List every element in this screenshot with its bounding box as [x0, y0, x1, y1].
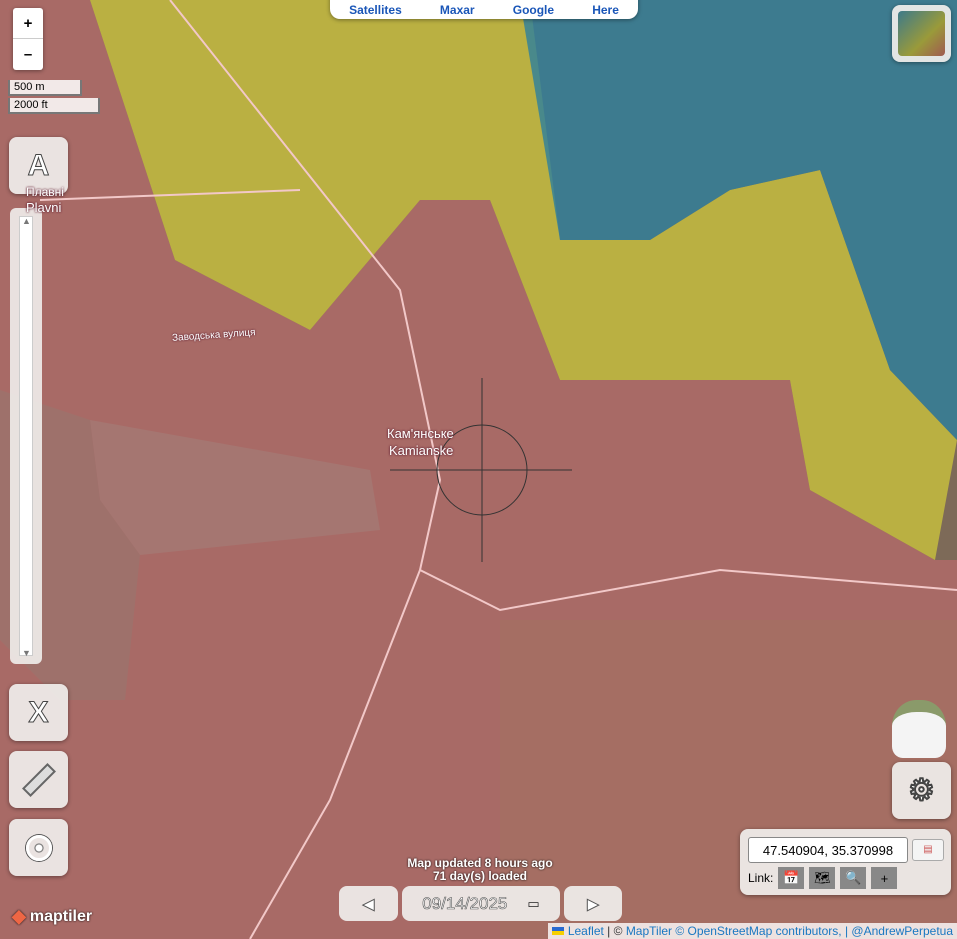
- osm-link[interactable]: © OpenStreetMap contributors, |: [672, 924, 851, 938]
- crosshair-link-icon[interactable]: +: [871, 867, 898, 889]
- gear-icon: ⚙: [908, 774, 936, 808]
- source-maxar[interactable]: Maxar: [440, 3, 475, 17]
- target-icon: [25, 834, 52, 861]
- label-plavni-uk: Плавні: [26, 185, 64, 199]
- close-button[interactable]: X: [9, 684, 68, 741]
- author-link[interactable]: @AndrewPerpetua: [851, 924, 953, 938]
- slider-track[interactable]: [19, 216, 33, 656]
- clipboard-icon: ▤: [923, 844, 933, 855]
- zoom-control: + –: [13, 8, 43, 70]
- slider-up-arrow-icon[interactable]: ▲: [22, 216, 31, 226]
- mascot-icon: [892, 700, 946, 758]
- scale-metric: 500 m: [8, 80, 82, 96]
- search-link-icon[interactable]: 🔍: [840, 867, 867, 889]
- ruler-button[interactable]: [9, 751, 68, 808]
- source-google[interactable]: Google: [513, 3, 554, 17]
- status-text: Map updated 8 hours ago 71 day(s) loaded: [380, 857, 580, 883]
- locate-button[interactable]: [9, 819, 68, 876]
- status-loaded: 71 day(s) loaded: [432, 869, 528, 883]
- attribution: Leaflet | © MapTiler © OpenStreetMap con…: [548, 923, 957, 939]
- layers-button[interactable]: [892, 5, 951, 62]
- next-day-button[interactable]: ▶: [564, 886, 622, 921]
- map-canvas[interactable]: [0, 0, 957, 939]
- attr-sep: | ©: [603, 924, 626, 938]
- scale-imperial: 2000 ft: [8, 98, 100, 114]
- slider-down-arrow-icon[interactable]: ▼: [22, 648, 31, 658]
- label-town-en: Kamianske: [389, 443, 454, 458]
- coordinates-input[interactable]: [748, 837, 908, 863]
- label-town-uk: Кам'янське: [387, 426, 454, 441]
- zoom-out-button[interactable]: –: [13, 39, 43, 70]
- ukraine-flag-icon: [552, 927, 565, 935]
- date-value: 09/14/2025: [422, 893, 508, 913]
- source-satellites[interactable]: Satellites: [349, 3, 402, 17]
- maptiler-logo[interactable]: ◆ maptiler: [12, 906, 92, 927]
- source-here[interactable]: Here: [592, 3, 619, 17]
- world-map-link-icon[interactable]: 🗺: [809, 867, 836, 889]
- leaflet-link[interactable]: Leaflet: [568, 924, 604, 938]
- link-label: Link:: [748, 871, 774, 885]
- calendar-icon[interactable]: ▭: [527, 896, 539, 912]
- copy-coordinates-button[interactable]: ▤: [912, 839, 944, 861]
- maptiler-logo-icon: ◆: [12, 906, 26, 926]
- prev-day-button[interactable]: ◀: [339, 886, 398, 921]
- settings-button[interactable]: ⚙: [892, 762, 951, 819]
- coordinates-panel: ▤ Link: 📅 🗺 🔍 +: [740, 829, 951, 895]
- calendar-link-icon[interactable]: 📅: [778, 867, 805, 889]
- zoom-in-button[interactable]: +: [13, 8, 43, 39]
- date-picker[interactable]: 09/14/2025 ▭: [402, 886, 560, 921]
- maptiler-link[interactable]: MapTiler: [626, 924, 672, 938]
- layers-icon: [898, 11, 945, 56]
- opacity-slider[interactable]: ▲ ▼: [10, 208, 42, 664]
- ruler-icon: [21, 762, 56, 797]
- imagery-source-bar: Satellites Maxar Google Here: [330, 0, 638, 19]
- label-plavni-en: Plavni: [26, 200, 62, 215]
